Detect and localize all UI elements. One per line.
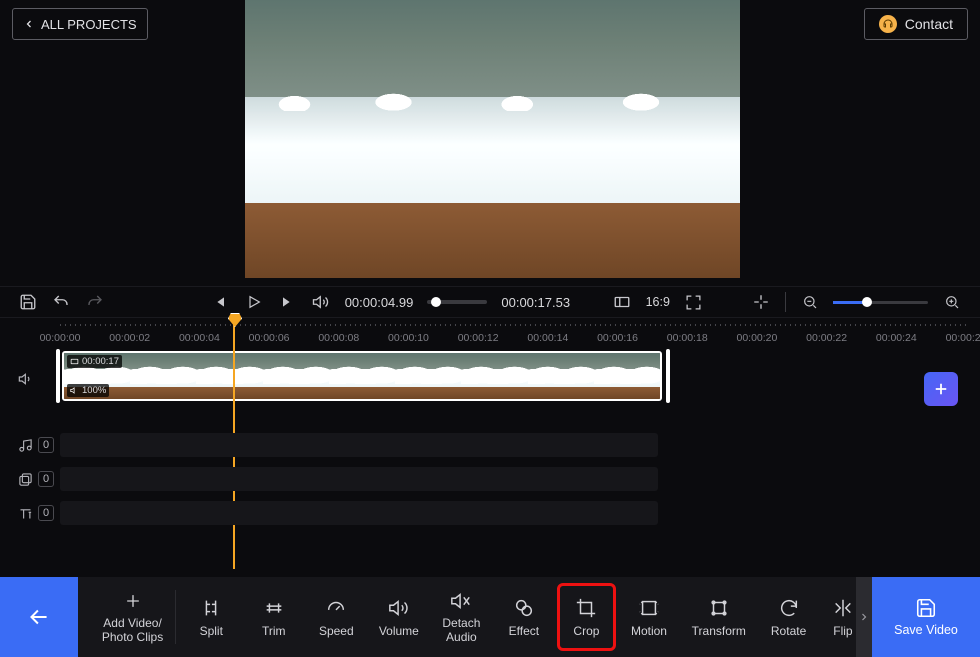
- clip-volume-badge: 100%: [67, 384, 109, 397]
- zoom-slider[interactable]: [833, 301, 928, 304]
- video-clip[interactable]: 00:00:17 100%: [62, 351, 662, 401]
- overlay-track[interactable]: [60, 467, 658, 491]
- zoom-in-icon[interactable]: [942, 292, 962, 312]
- timeline: 00:00:17 100% 0 0 0: [0, 349, 980, 577]
- detach-audio-tool[interactable]: DetachAudio: [434, 585, 489, 649]
- trim-tool[interactable]: Trim: [247, 585, 302, 649]
- contact-label: Contact: [905, 16, 953, 32]
- play-icon[interactable]: [244, 292, 264, 312]
- ruler-tick: 00:00:12: [458, 332, 499, 344]
- playback-slider[interactable]: [427, 300, 487, 304]
- video-track-mute-icon[interactable]: [18, 371, 34, 387]
- clip-handle-right[interactable]: [666, 349, 670, 403]
- ruler-tick: 00:00:08: [318, 332, 359, 344]
- aspect-label: 16:9: [646, 295, 670, 309]
- add-clips-tool[interactable]: Add Video/Photo Clips: [98, 585, 167, 649]
- audio-track-icon[interactable]: 0: [18, 437, 54, 453]
- ruler-tick: 00:00:04: [179, 332, 220, 344]
- tools-scroller: Add Video/Photo Clips Split Trim Speed V…: [78, 577, 872, 657]
- save-label: Save Video: [894, 623, 958, 637]
- save-video-button[interactable]: Save Video: [872, 577, 980, 657]
- ruler-tick: 00:00:22: [806, 332, 847, 344]
- bottom-toolbar: Add Video/Photo Clips Split Trim Speed V…: [0, 577, 980, 657]
- video-preview[interactable]: [245, 0, 740, 278]
- contact-button[interactable]: Contact: [864, 8, 968, 40]
- total-time: 00:00:17.53: [501, 295, 570, 310]
- undo-icon[interactable]: [52, 292, 72, 312]
- audio-track-row: 0: [0, 429, 980, 461]
- divider: [785, 292, 786, 312]
- zoom-out-icon[interactable]: [800, 292, 820, 312]
- ruler-tick: 00:00:02: [109, 332, 150, 344]
- add-track-button[interactable]: [924, 372, 958, 406]
- timeline-ruler[interactable]: 00:00:0000:00:0200:00:0400:00:0600:00:08…: [60, 320, 966, 346]
- divider: [175, 590, 176, 644]
- ruler-tick: 00:00:26: [946, 332, 980, 344]
- split-icon: [200, 597, 222, 619]
- volume-icon: [388, 597, 410, 619]
- flip-icon: [832, 597, 854, 619]
- all-projects-label: ALL PROJECTS: [41, 17, 137, 32]
- arrow-left-icon: [26, 604, 52, 630]
- snap-icon[interactable]: [751, 292, 771, 312]
- back-button[interactable]: [0, 577, 78, 657]
- play-bar: 00:00:04.99 00:00:17.53 16:9: [0, 286, 980, 318]
- speed-icon: [325, 597, 347, 619]
- speed-tool[interactable]: Speed: [309, 585, 364, 649]
- split-tool[interactable]: Split: [184, 585, 239, 649]
- transform-icon: [708, 597, 730, 619]
- mute-icon[interactable]: [311, 292, 331, 312]
- text-track-icon[interactable]: 0: [18, 505, 54, 521]
- effect-tool[interactable]: Effect: [497, 585, 552, 649]
- plus-icon: [932, 380, 950, 398]
- rotate-icon: [778, 597, 800, 619]
- redo-icon: [85, 292, 105, 312]
- tools-scroll-right[interactable]: [856, 577, 872, 657]
- ruler-tick: 00:00:00: [40, 332, 81, 344]
- crop-tool[interactable]: Crop: [559, 585, 614, 649]
- transform-tool[interactable]: Transform: [684, 585, 753, 649]
- detach-audio-icon: [450, 590, 472, 612]
- ruler-tick: 00:00:18: [667, 332, 708, 344]
- text-track[interactable]: [60, 501, 658, 525]
- motion-icon: [638, 597, 660, 619]
- all-projects-button[interactable]: ALL PROJECTS: [12, 8, 148, 40]
- next-frame-icon[interactable]: [278, 292, 298, 312]
- fullscreen-icon[interactable]: [684, 292, 704, 312]
- clip-handle-left[interactable]: [56, 349, 60, 403]
- ruler-tick: 00:00:10: [388, 332, 429, 344]
- ruler-tick: 00:00:20: [736, 332, 777, 344]
- ruler-tick: 00:00:06: [249, 332, 290, 344]
- ruler-tick: 00:00:16: [597, 332, 638, 344]
- crop-icon: [575, 597, 597, 619]
- chevron-right-icon: [858, 611, 870, 623]
- current-time: 00:00:04.99: [345, 295, 414, 310]
- motion-tool[interactable]: Motion: [622, 585, 677, 649]
- text-track-row: 0: [0, 497, 980, 529]
- headset-icon: [879, 15, 897, 33]
- ruler-tick: 00:00:14: [527, 332, 568, 344]
- chevron-left-icon: [23, 18, 35, 30]
- clip-duration-badge: 00:00:17: [67, 355, 122, 368]
- effect-icon: [513, 597, 535, 619]
- ruler-tick: 00:00:24: [876, 332, 917, 344]
- prev-frame-icon[interactable]: [211, 292, 231, 312]
- plus-icon: [122, 590, 144, 612]
- volume-tool[interactable]: Volume: [372, 585, 427, 649]
- aspect-icon[interactable]: [612, 292, 632, 312]
- video-track-row: 00:00:17 100%: [0, 349, 980, 409]
- overlay-track-icon[interactable]: 0: [18, 471, 54, 487]
- rotate-tool[interactable]: Rotate: [761, 585, 816, 649]
- save-icon: [915, 597, 937, 619]
- audio-track[interactable]: [60, 433, 658, 457]
- overlay-track-row: 0: [0, 463, 980, 495]
- trim-icon: [263, 597, 285, 619]
- save-project-icon[interactable]: [18, 292, 38, 312]
